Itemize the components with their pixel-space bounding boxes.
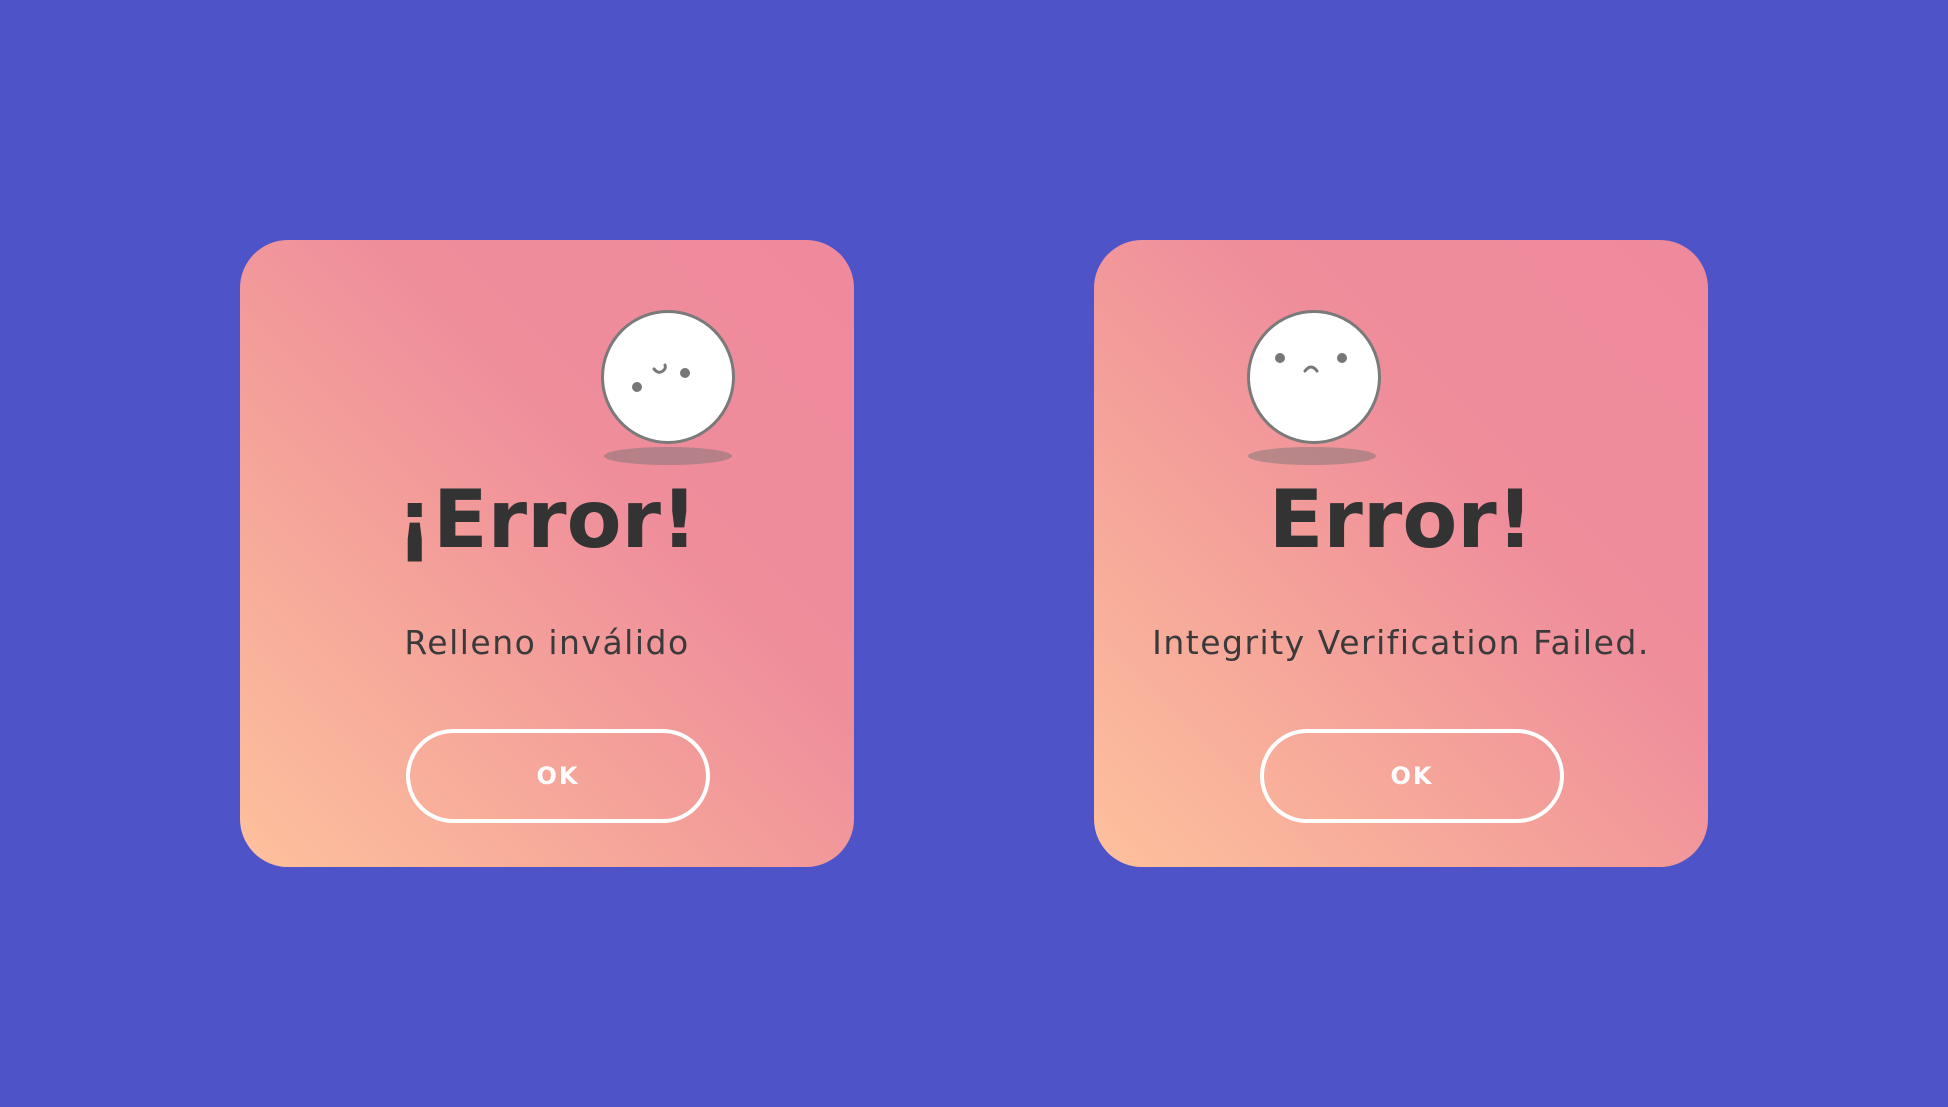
error-dialog-spanish: ¡Error! Relleno inválido OK — [240, 240, 854, 867]
winking-face-icon — [601, 310, 735, 444]
face-shadow — [1248, 447, 1376, 465]
error-dialog-english: Error! Integrity Verification Failed. OK — [1094, 240, 1708, 867]
dialog-title: ¡Error! — [396, 473, 698, 566]
dialog-message: Integrity Verification Failed. — [1152, 623, 1650, 662]
dialog-title: Error! — [1268, 473, 1534, 566]
face-shadow — [604, 447, 732, 465]
sad-face-icon — [1247, 310, 1381, 444]
sad-face-graphic — [1275, 353, 1347, 373]
dialog-message: Relleno inválido — [404, 623, 690, 662]
ok-button[interactable]: OK — [1260, 729, 1564, 823]
ok-button[interactable]: OK — [406, 729, 710, 823]
winking-face-graphic — [632, 363, 690, 392]
